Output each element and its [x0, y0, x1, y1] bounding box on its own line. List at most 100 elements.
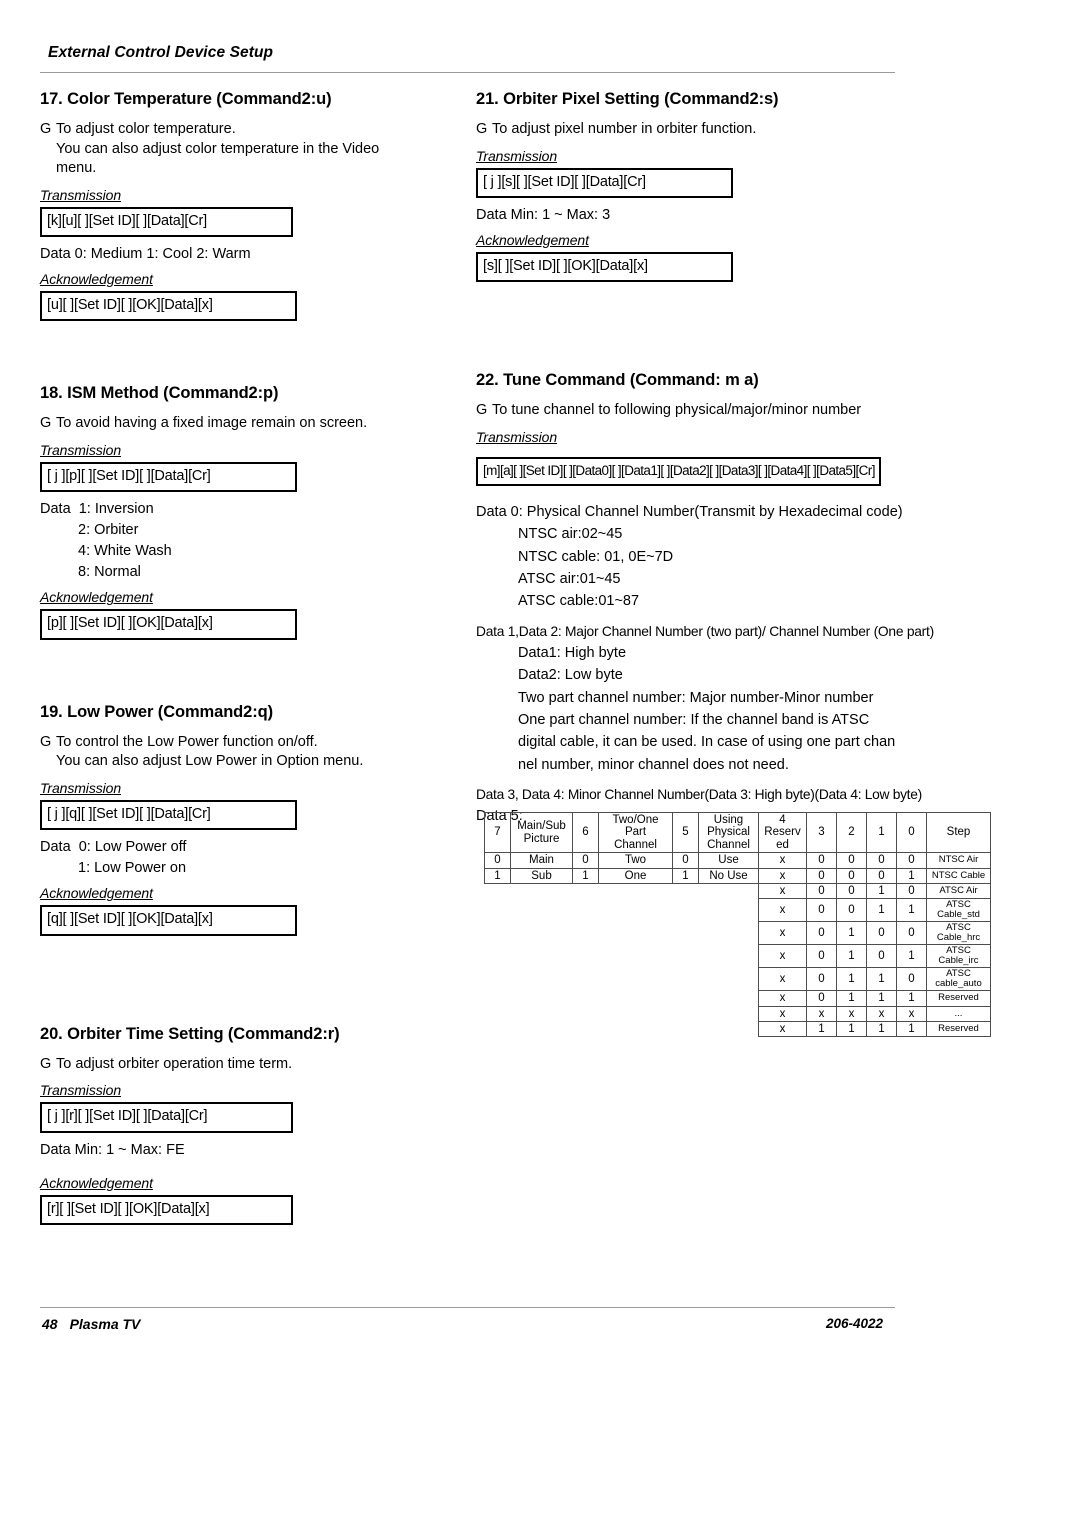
cell-bit3: 0 — [806, 990, 837, 1007]
section-20-title: 20. Orbiter Time Setting (Command2:r) — [40, 1024, 340, 1043]
header-line: Picture — [523, 832, 560, 845]
cell-bit0: 1 — [896, 867, 927, 885]
data12-head: Data 1,Data 2: Major Channel Number (two… — [476, 623, 934, 639]
cell-bit0: 1 — [896, 1020, 927, 1038]
cell-empty — [485, 922, 759, 945]
table-row: x 1 1 1 1 Reserved — [485, 1020, 991, 1038]
cell-bit1: x — [866, 1005, 897, 1023]
cell-bit1: 1 — [866, 883, 897, 900]
table-row: x 0 1 1 1 Reserved — [485, 990, 991, 1007]
cell-step: Reserved — [926, 990, 991, 1007]
cell-bit5: 1 — [672, 867, 699, 885]
acknowledgement-label: Acknowledgement — [476, 231, 589, 248]
section-19-ack-code: [q][ ][Set ID][ ][OK][Data][x] — [40, 905, 297, 936]
data-option-line: Data 1: Inversion — [40, 499, 460, 520]
footer-product: Plasma TV — [69, 1316, 141, 1332]
data-label: Data — [40, 501, 71, 518]
footer-page-number: 48 — [42, 1316, 58, 1332]
transmission-label: Transmission — [476, 147, 558, 164]
cell-step: ATSC Cable_hrc — [926, 921, 991, 946]
data0-line: ATSC cable:01~87 — [518, 593, 640, 610]
cell-bit2: 0 — [836, 867, 867, 885]
transmission-label: Transmission — [40, 441, 122, 458]
data-option: 2: Orbiter — [78, 522, 139, 539]
cell-empty — [485, 945, 759, 968]
section-20-ack-code: [r][ ][Set ID][ ][OK][Data][x] — [40, 1194, 293, 1226]
section-20-description-text: To adjust orbiter operation time term. — [56, 1055, 293, 1072]
cell-bit1: 0 — [866, 867, 897, 885]
cell-bit2: 1 — [836, 1020, 867, 1038]
desc-line: To control the Low Power function on/off… — [56, 733, 318, 750]
header-line: Reserv — [764, 826, 801, 839]
cell-bit2: 0 — [836, 883, 867, 900]
step-table: 7 Main/Sub Picture 6 Two/One Part Channe… — [484, 811, 991, 1038]
data-label: Data — [40, 839, 71, 856]
desc-line: To adjust color temperature. — [56, 120, 236, 137]
acknowledgement-label: Acknowledgement — [40, 885, 153, 902]
data-option: 8: Normal — [78, 564, 141, 581]
cell-bit2: x — [836, 1005, 867, 1023]
section-22-title: 22. Tune Command (Command: m a) — [476, 371, 759, 390]
section-19-description-text: To control the Low Power function on/off… — [56, 733, 363, 772]
step-line: cable_auto — [935, 978, 982, 990]
cell-step: NTSC Cable — [926, 867, 991, 885]
section-21: 21. Orbiter Pixel Setting (Command2:s) G… — [476, 90, 896, 283]
data12-line: digital cable, it can be used. In case o… — [518, 734, 896, 751]
section-19-transmission-code: [ j ][q][ ][Set ID][ ][Data][Cr] — [40, 799, 297, 831]
table-row: x x x x x ... — [485, 1005, 991, 1023]
section-17-data-text: Data 0: Medium 1: Cool 2: Warm — [40, 246, 251, 263]
table-row: 0 Main 0 Two 0 Use x 0 0 0 0 NTSC Air — [484, 852, 991, 869]
document-page: External Control Device Setup 17. Color … — [0, 0, 1080, 1528]
cell-empty — [485, 991, 759, 1006]
header-bit-7-desc: Main/Sub Picture — [510, 811, 573, 854]
cell-bit1: 0 — [866, 921, 897, 946]
data34-head: Data 3, Data 4: Minor Channel Number(Dat… — [476, 786, 922, 802]
data-option: 1: Inversion — [78, 501, 154, 518]
cell-bit1: 1 — [866, 990, 897, 1007]
cell-empty — [485, 884, 759, 899]
right-column: 21. Orbiter Pixel Setting (Command2:s) G… — [476, 90, 934, 827]
cell-step: ATSC Cable_std — [926, 898, 991, 923]
cell-bit3: 1 — [806, 1020, 837, 1038]
header-bit-3: 3 — [806, 811, 837, 854]
cell-step: NTSC Air — [926, 852, 991, 869]
header-step: Step — [926, 811, 991, 854]
acknowledgement-label: Acknowledgement — [40, 1174, 153, 1191]
header-line: Channel — [614, 838, 657, 851]
data12-line: One part channel number: If the channel … — [518, 711, 870, 728]
data12-line: nel number, minor channel does not need. — [518, 756, 789, 773]
data0-line: ATSC air:01~45 — [518, 571, 621, 588]
cell-empty — [485, 968, 759, 991]
acknowledgement-label: Acknowledgement — [40, 271, 153, 288]
transmission-label: Transmission — [40, 186, 122, 203]
section-18-description-text: To avoid having a fixed image remain on … — [56, 415, 368, 432]
cell-empty — [485, 1006, 759, 1021]
cell-bit2: 0 — [836, 898, 867, 923]
cell-step: Reserved — [926, 1020, 991, 1038]
cell-bit4: x — [758, 883, 807, 900]
cell-bit3: x — [806, 1005, 837, 1023]
header-line: Part — [624, 826, 647, 839]
header-line: Main/Sub — [517, 820, 566, 833]
section-18-ack-code: [p][ ][Set ID][ ][OK][Data][x] — [40, 609, 297, 640]
header-line: Channel — [707, 838, 750, 851]
header-bit-4-reserved: 4 Reserv ed — [758, 811, 807, 854]
header-bit-2: 2 — [836, 811, 867, 854]
cell-bit5: 0 — [672, 852, 699, 869]
cell-bit0: x — [896, 1005, 927, 1023]
data-option: 0: Low Power off — [78, 839, 187, 856]
table-row: x 0 1 0 0 ATSC Cable_hrc — [485, 921, 991, 946]
step-line: Cable_hrc — [936, 932, 981, 944]
cell-bit4: x — [758, 944, 807, 969]
data0-line: NTSC cable: 01, 0E~7D — [518, 548, 674, 565]
cell-bit0: 0 — [896, 852, 927, 869]
cell-bit0: 1 — [896, 898, 927, 923]
header-bit-0: 0 — [896, 811, 927, 854]
section-17-transmission-code: [k][u][ ][Set ID][ ][Data][Cr] — [40, 206, 293, 238]
data0-head: Data 0: Physical Channel Number(Transmit… — [476, 504, 903, 521]
